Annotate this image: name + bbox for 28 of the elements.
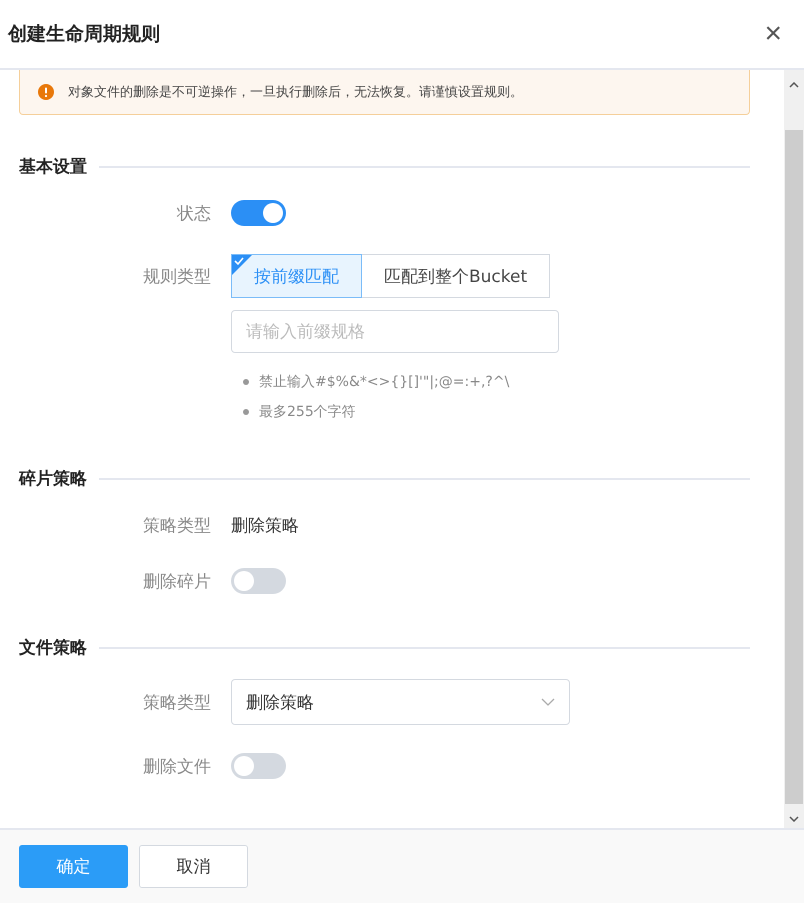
field-label: 状态: [176, 202, 211, 224]
warning-icon: [38, 84, 54, 100]
hint-text: 最多255个字符: [259, 403, 356, 421]
close-button[interactable]: ×: [764, 19, 782, 49]
scroll-up-icon[interactable]: [789, 82, 799, 88]
field-label: 规则类型: [142, 266, 211, 288]
section-title: 碎片策略: [19, 468, 87, 490]
segment-option[interactable]: 匹配到整个Bucket: [362, 254, 550, 298]
prefix-input[interactable]: 请输入前缀规格: [231, 310, 559, 353]
field-label: 策略类型: [142, 514, 211, 536]
cancel-button[interactable]: 取消: [139, 845, 248, 888]
section-title: 基本设置: [19, 156, 87, 178]
warning-text: 对象文件的删除是不可逆操作，一旦执行删除后，无法恢复。请谨慎设置规则。: [68, 84, 523, 101]
field-label: 策略类型: [142, 692, 211, 714]
scroll-down-icon[interactable]: [789, 816, 799, 822]
field-label: 删除文件: [142, 756, 211, 778]
toggle-switch[interactable]: [231, 568, 286, 594]
check-corner-icon: [232, 255, 252, 275]
field-value: 删除策略: [231, 514, 299, 536]
toggle-switch[interactable]: [231, 200, 286, 226]
dialog-title: 创建生命周期规则: [8, 22, 160, 47]
field-label: 删除碎片: [142, 570, 211, 592]
section-title: 文件策略: [19, 637, 87, 659]
chevron-down-icon: [541, 698, 555, 706]
hint-text: 禁止输入#$%&*<>{}[]'"|;@=:+,?^\: [259, 373, 510, 391]
policy-select[interactable]: 删除策略: [231, 679, 570, 725]
scrollbar-thumb[interactable]: [785, 130, 803, 804]
toggle-switch[interactable]: [231, 753, 286, 779]
